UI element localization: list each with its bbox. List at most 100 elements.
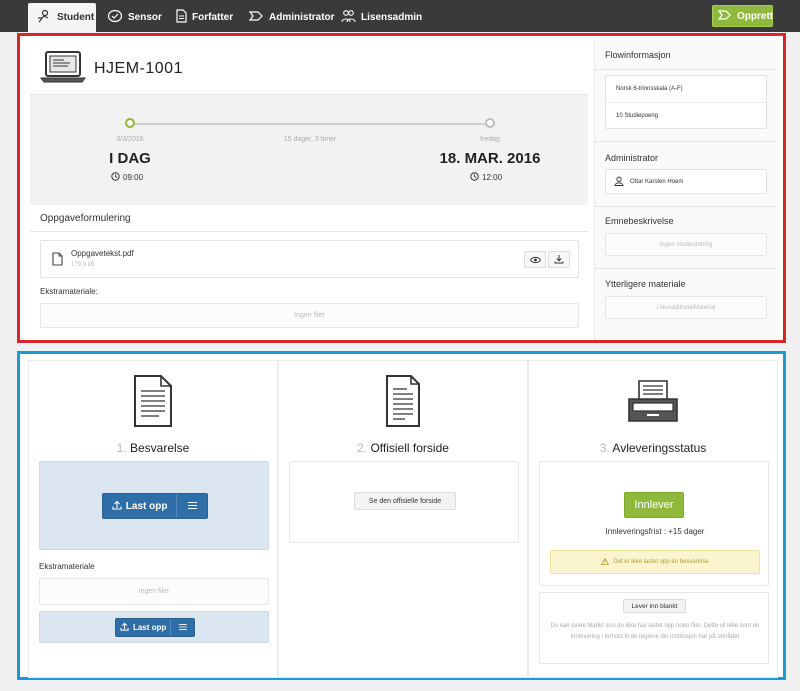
eye-icon — [529, 251, 541, 269]
view-cover-page-button[interactable]: Se den offisielle forside — [354, 492, 456, 510]
flow-info-title: Flowinformasjon — [605, 50, 671, 60]
timeline: 3/3/2016 15 dager, 3 timer fredag I DAG … — [30, 95, 588, 205]
divider — [595, 141, 777, 142]
extra-upload-button[interactable]: Last opp — [115, 618, 195, 637]
deliver-blank-button[interactable]: Lever inn blankt — [623, 599, 686, 613]
file-name: Oppgavetekst.pdf — [71, 249, 134, 258]
create-label: Opprett — [737, 10, 774, 22]
menu-icon — [187, 501, 197, 512]
step-title-text: Besvarelse — [129, 441, 190, 455]
tab-student[interactable]: Student — [28, 3, 96, 32]
duration: 15 dager, 3 timer — [283, 136, 337, 143]
timeline-line — [130, 123, 490, 125]
extra-material-empty: Ingen filer — [40, 303, 579, 328]
clock-icon — [470, 172, 482, 183]
inbox-tray-icon — [625, 377, 681, 430]
step-title-text: Avleveringsstatus — [612, 441, 707, 455]
cover-page-icon — [383, 373, 423, 434]
deliver-button[interactable]: Innlever — [624, 492, 684, 518]
answer-upload-area[interactable]: Last opp — [39, 461, 269, 550]
upload-label: Last opp — [125, 500, 168, 512]
blank-delivery-description: Du kan svare blankt viss du ikke har las… — [550, 623, 760, 640]
assignment-header: HJEM-1001 — [30, 40, 588, 95]
tab-label: Sensor — [128, 12, 162, 23]
tab-label: Student — [57, 12, 95, 23]
download-icon — [554, 251, 564, 269]
blank-delivery-box: Lever inn blankt Du kan svare blankt vis… — [539, 592, 769, 664]
grading-scale: Norsk 6-trinnsskala (A-F) — [616, 86, 683, 92]
create-icon — [717, 9, 737, 24]
administrator-box: Ottar Karsten Hoem — [605, 169, 767, 194]
credits: 10 Studiepoeng — [606, 102, 766, 128]
tab-label: Lisensadmin — [361, 12, 423, 23]
course-description-value: Ingen studieordning — [605, 233, 767, 256]
warning-alert: Det er ikke lastet opp en besvarelse — [550, 550, 760, 574]
end-time-text: 12:00 — [482, 173, 503, 182]
start-date: 3/3/2016 — [116, 136, 144, 143]
laptop-icon — [40, 50, 86, 89]
warning-icon — [601, 557, 613, 567]
upload-menu-button[interactable] — [177, 494, 207, 518]
extra-upload-area[interactable]: Last opp — [39, 611, 269, 643]
start-time-text: 09:00 — [123, 173, 144, 182]
divider — [595, 268, 777, 269]
step-number: 1. — [116, 441, 127, 455]
divider — [30, 231, 588, 232]
step-number: 3. — [599, 441, 610, 455]
additional-material-title: Ytterligere materiale — [605, 279, 686, 289]
top-navigation: Student Sensor Forfatter Administrator L… — [0, 0, 800, 32]
extra-material-empty: Ingen filer — [39, 578, 269, 605]
step-title: 3. Avleveringsstatus — [529, 441, 777, 455]
student-icon — [36, 9, 57, 26]
tab-label: Forfatter — [192, 12, 234, 23]
end-weekday: fredag — [480, 136, 500, 143]
sensor-icon — [107, 9, 128, 26]
warning-text: Det er ikke lastet opp en besvarelse — [613, 559, 709, 565]
file-size: 179.9 kB — [71, 262, 95, 268]
step-number: 2. — [357, 441, 368, 455]
step-cover-page: 2. Offisiell forside Se den offisielle f… — [278, 360, 528, 678]
create-button[interactable]: Opprett — [712, 5, 773, 27]
delivery-box: Innlever Innleveringsfrist : +15 dager D… — [539, 461, 769, 586]
tab-sensor[interactable]: Sensor — [107, 3, 162, 32]
file-icon — [52, 252, 63, 271]
step-title: 1. Besvarelse — [29, 441, 277, 455]
upload-main-button[interactable]: Last opp — [103, 494, 178, 518]
submission-steps-panel: 1. Besvarelse Last opp Ekstramateriale I… — [17, 351, 786, 680]
step-delivery-status: 3. Avleveringsstatus Innlever Innleverin… — [528, 360, 778, 678]
upload-icon — [120, 622, 133, 633]
additional-material-value: i.NoAdditionalMaterial — [605, 296, 767, 319]
assignment-info-panel: HJEM-1001 3/3/2016 15 dager, 3 timer fre… — [17, 33, 786, 343]
step-answer: 1. Besvarelse Last opp Ekstramateriale I… — [28, 360, 278, 678]
extra-upload-label: Last opp — [132, 623, 167, 632]
extra-upload-main-button[interactable]: Last opp — [116, 619, 172, 636]
start-time: 09:00 — [111, 172, 143, 183]
tab-forfatter[interactable]: Forfatter — [175, 3, 233, 32]
preview-button[interactable] — [524, 251, 546, 268]
extra-material-label: Ekstramateriale — [39, 562, 95, 571]
extra-upload-menu-button[interactable] — [171, 619, 194, 636]
user-icon — [614, 173, 624, 191]
tab-label: Administrator — [269, 12, 335, 23]
deadline-text: Innleveringsfrist : +15 dager — [605, 527, 705, 536]
step-title-text: Offisiell forside — [370, 441, 449, 455]
assignment-code: HJEM-1001 — [94, 60, 183, 77]
timeline-start-dot — [125, 118, 135, 128]
flow-info-sidebar: Flowinformasjon Norsk 6-trinnsskala (A-F… — [594, 40, 777, 340]
task-file[interactable]: Oppgavetekst.pdf 179.9 kB — [40, 240, 579, 278]
menu-icon — [178, 623, 187, 632]
cover-page-box: Se den offisielle forside — [289, 461, 519, 543]
start-label: I DAG — [109, 150, 151, 167]
upload-button[interactable]: Last opp — [102, 493, 208, 519]
upload-icon — [112, 500, 126, 513]
task-title: Oppgaveformulering — [40, 213, 131, 224]
timeline-end-dot — [485, 118, 495, 128]
extra-material-label: Ekstramateriale: — [40, 287, 98, 296]
tab-lisensadmin[interactable]: Lisensadmin — [340, 3, 422, 32]
document-icon — [175, 9, 192, 26]
people-icon — [340, 9, 361, 26]
tab-administrator[interactable]: Administrator — [248, 3, 335, 32]
end-time: 12:00 — [470, 172, 502, 183]
download-button[interactable] — [548, 251, 570, 268]
admin-icon — [248, 9, 269, 26]
